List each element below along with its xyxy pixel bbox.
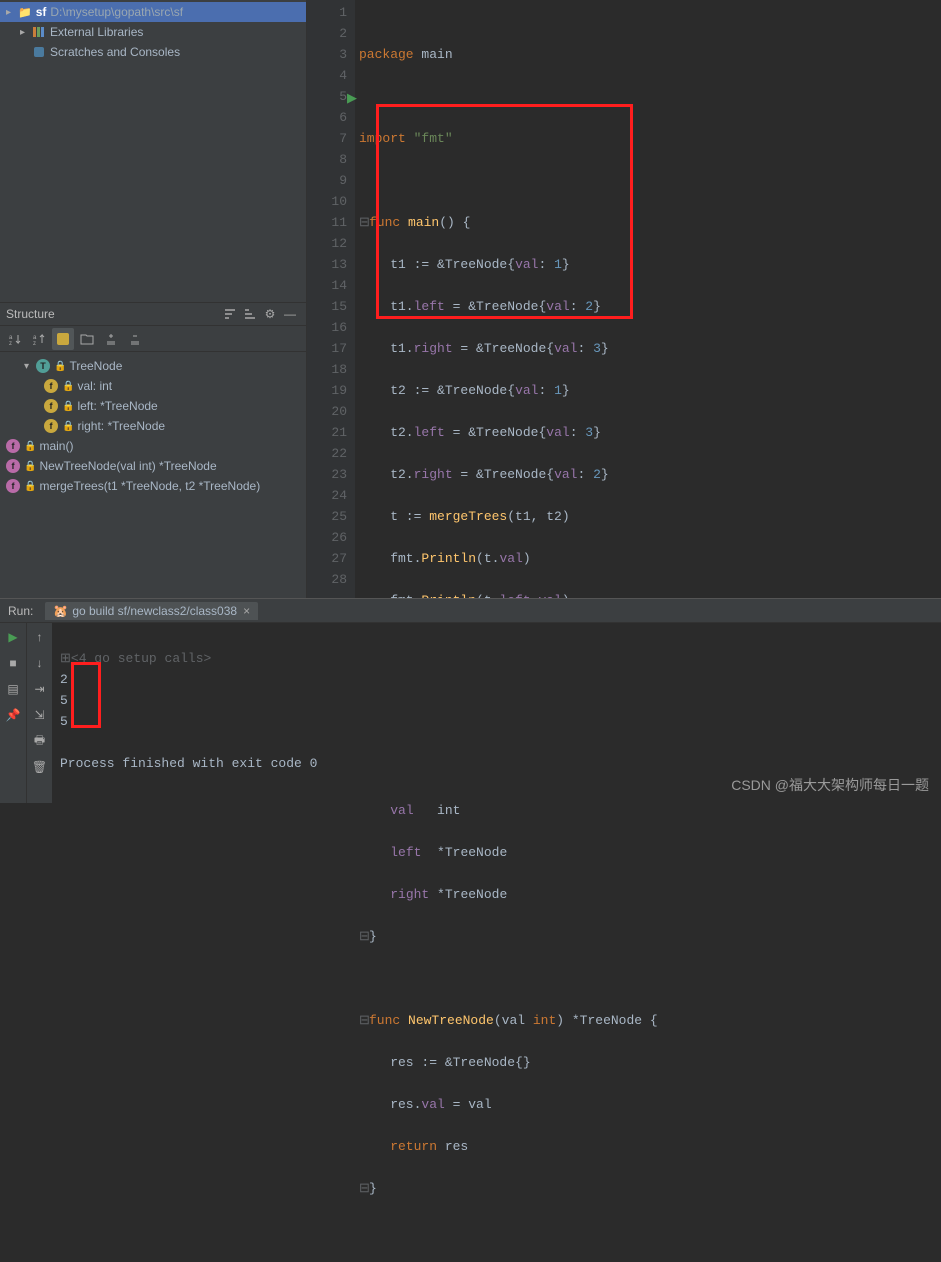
field-badge-icon: f [44, 379, 58, 393]
run-tab[interactable]: 🐹 go build sf/newclass2/class038 × [45, 602, 258, 620]
pin-icon[interactable]: 📌 [3, 705, 23, 725]
sort2-icon[interactable] [240, 304, 260, 324]
chevron-right-icon: ▸ [6, 7, 18, 18]
play-icon[interactable]: ▶ [3, 627, 23, 647]
trash-icon[interactable]: 🗑 [30, 757, 50, 777]
struct-left[interactable]: f🔒left: *TreeNode [0, 396, 306, 416]
external-lib-label: External Libraries [50, 25, 143, 39]
stop-icon[interactable]: ■ [3, 653, 23, 673]
structure-title: Structure [6, 307, 220, 321]
folder-btn-icon[interactable] [76, 328, 98, 350]
lock-icon: 🔒 [24, 461, 36, 472]
scratches-consoles[interactable]: Scratches and Consoles [0, 42, 306, 62]
go-icon: 🐹 [53, 604, 68, 618]
lock-icon: 🔒 [54, 361, 66, 372]
run-toolbar-left2: ↑ ↓ ⇥ ⇲ 🖶 🗑 [26, 623, 52, 803]
external-libraries[interactable]: ▸ External Libraries [0, 22, 306, 42]
svg-text:z: z [9, 341, 12, 346]
struct-treenode[interactable]: ▾T🔒TreeNode [0, 356, 306, 376]
lock-icon: 🔒 [24, 441, 36, 452]
chevron-right-icon: ▸ [20, 27, 32, 38]
project-name: sf [36, 5, 47, 19]
field-badge-icon: f [44, 399, 58, 413]
scratches-label: Scratches and Consoles [50, 45, 180, 59]
gutter: 1234567891011121314151617181920212223242… [307, 0, 355, 598]
struct-right[interactable]: f🔒right: *TreeNode [0, 416, 306, 436]
func-badge-icon: f [6, 479, 20, 493]
struct-newtree[interactable]: f🔒NewTreeNode(val int) *TreeNode [0, 456, 306, 476]
hide-icon[interactable]: — [280, 304, 300, 324]
code-editor[interactable]: 1234567891011121314151617181920212223242… [307, 0, 941, 598]
func-badge-icon: f [6, 459, 20, 473]
type-badge-icon: T [36, 359, 50, 373]
scratch-icon [32, 45, 46, 59]
structure-toolbar: az az [0, 326, 306, 352]
sort-alpha-icon[interactable]: az [4, 328, 26, 350]
project-root[interactable]: ▸ sf D:\mysetup\gopath\src\sf [0, 2, 306, 22]
struct-val[interactable]: f🔒val: int [0, 376, 306, 396]
down-icon[interactable]: ↓ [30, 653, 50, 673]
print-icon[interactable]: 🖶 [30, 731, 50, 751]
struct-main[interactable]: f🔒main() [0, 436, 306, 456]
lock-icon: 🔒 [24, 481, 36, 492]
fields-icon[interactable] [52, 328, 74, 350]
sort-icon[interactable] [220, 304, 240, 324]
code-area[interactable]: package main import "fmt" ⊟func main() {… [355, 0, 941, 598]
wrap-icon[interactable]: ⇥ [30, 679, 50, 699]
lock-icon: 🔒 [62, 401, 74, 412]
svg-text:z: z [33, 341, 36, 346]
chevron-down-icon: ▾ [24, 361, 36, 372]
field-badge-icon: f [44, 419, 58, 433]
library-icon [32, 25, 46, 39]
struct-merge[interactable]: f🔒mergeTrees(t1 *TreeNode, t2 *TreeNode) [0, 476, 306, 496]
scroll-icon[interactable]: ⇲ [30, 705, 50, 725]
folder-icon [18, 5, 36, 19]
project-path: D:\mysetup\gopath\src\sf [50, 5, 183, 19]
close-icon[interactable]: × [243, 604, 250, 618]
structure-header: Structure ⚙ — [0, 302, 306, 326]
run-label: Run: [8, 604, 33, 618]
project-tree[interactable]: ▸ sf D:\mysetup\gopath\src\sf ▸ External… [0, 0, 306, 64]
expand-icon[interactable] [100, 328, 122, 350]
lock-icon: 🔒 [62, 381, 74, 392]
run-header: Run: 🐹 go build sf/newclass2/class038 × [0, 599, 941, 623]
layout-icon[interactable]: ▤ [3, 679, 23, 699]
sort-vis-icon[interactable]: az [28, 328, 50, 350]
run-panel: Run: 🐹 go build sf/newclass2/class038 × … [0, 598, 941, 803]
watermark: CSDN @福大大架构师每日一题 [731, 775, 929, 795]
collapse-icon[interactable] [124, 328, 146, 350]
gear-icon[interactable]: ⚙ [260, 304, 280, 324]
up-icon[interactable]: ↑ [30, 627, 50, 647]
run-toolbar-left: ▶ ■ ▤ 📌 [0, 623, 26, 803]
func-badge-icon: f [6, 439, 20, 453]
structure-tree[interactable]: ▾T🔒TreeNode f🔒val: int f🔒left: *TreeNode… [0, 352, 306, 598]
lock-icon: 🔒 [62, 421, 74, 432]
